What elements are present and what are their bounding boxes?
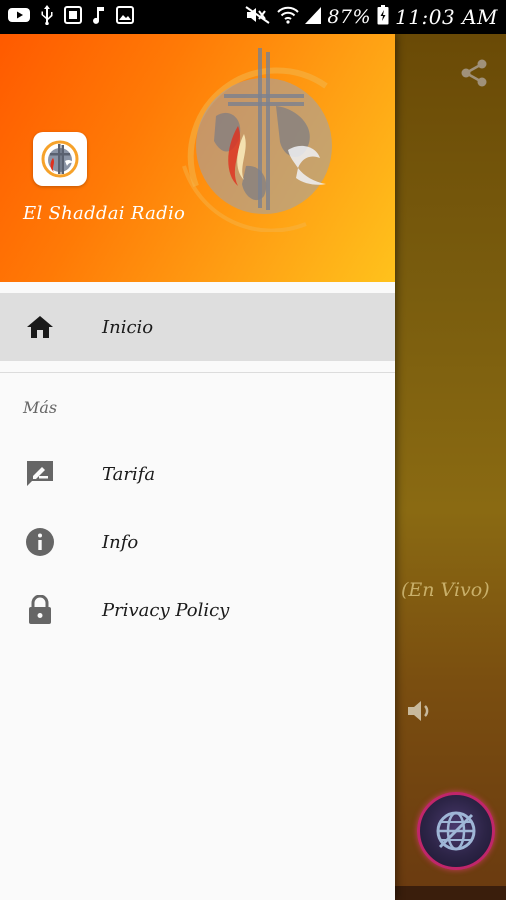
lock-icon xyxy=(25,595,55,625)
info-icon xyxy=(25,527,55,557)
status-bar-notifications xyxy=(8,5,134,29)
nav-item-label: Inicio xyxy=(102,316,154,338)
nav-item-inicio[interactable]: Inicio xyxy=(0,293,395,361)
nav-item-label: Privacy Policy xyxy=(102,599,230,621)
home-icon xyxy=(25,312,55,342)
nav-item-privacy-policy[interactable]: Privacy Policy xyxy=(0,576,395,644)
app-name: El Shaddai Radio xyxy=(23,203,186,224)
nav-item-info[interactable]: Info xyxy=(0,508,395,576)
divider xyxy=(0,372,395,373)
navigation-drawer: El Shaddai Radio Inicio Más Tarifa Info … xyxy=(0,34,395,900)
nav-item-label: Info xyxy=(102,531,139,553)
background-player-screen: (En Vivo) xyxy=(395,34,506,900)
music-icon xyxy=(92,6,106,28)
rate-review-icon xyxy=(25,459,55,489)
mute-icon xyxy=(245,5,271,29)
status-bar: 87% 11:03 AM xyxy=(0,0,506,34)
usb-icon xyxy=(40,5,54,29)
globe-play-button-icon xyxy=(436,811,476,851)
globe-cross-logo xyxy=(182,48,332,232)
battery-icon xyxy=(377,4,389,30)
volume-icon[interactable] xyxy=(405,696,435,726)
globe-play-button[interactable] xyxy=(417,792,495,870)
signal-icon xyxy=(305,6,322,29)
nav-item-tarifa[interactable]: Tarifa xyxy=(0,440,395,508)
battery-percent: 87% xyxy=(327,6,372,28)
drawer-header: El Shaddai Radio xyxy=(0,34,395,282)
youtube-icon xyxy=(8,7,30,27)
live-label: (En Vivo) xyxy=(401,579,490,601)
screenshot-icon xyxy=(64,6,82,28)
image-icon xyxy=(116,6,134,28)
wifi-icon xyxy=(277,6,300,29)
clock: 11:03 AM xyxy=(395,5,498,29)
status-bar-system: 87% 11:03 AM xyxy=(245,4,498,30)
nav-item-label: Tarifa xyxy=(102,463,156,485)
share-icon[interactable] xyxy=(460,58,488,88)
background-bottom-bar xyxy=(395,886,506,900)
app-logo xyxy=(33,132,87,186)
section-label-mas: Más xyxy=(23,398,58,417)
